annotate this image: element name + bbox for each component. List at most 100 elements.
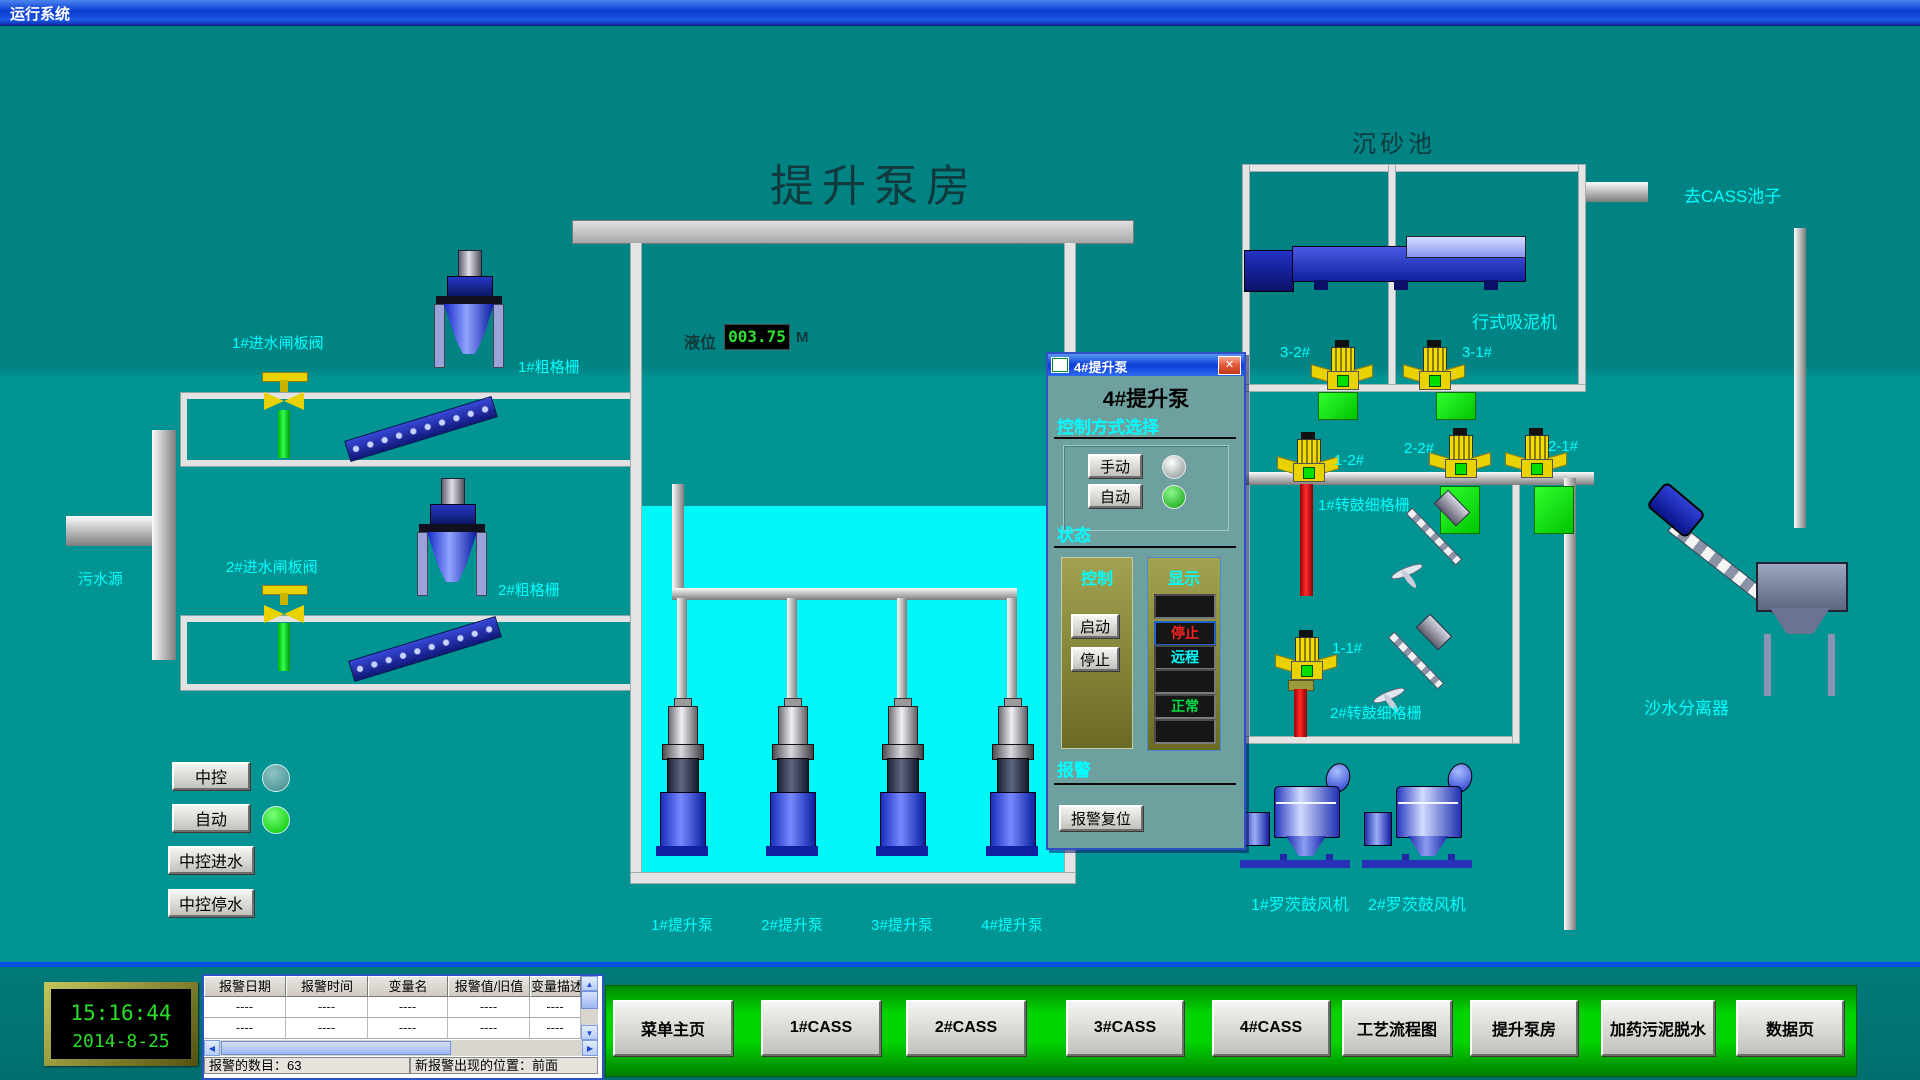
pump-1-1-icon[interactable] [1284, 630, 1328, 682]
lift-pump-4-label: 4#提升泵 [967, 914, 1057, 935]
alarm-cell: ---- [448, 997, 530, 1018]
central-stop-water-button[interactable]: 中控停水 [168, 889, 254, 917]
grit-chamber-label: 沉砂池 [1352, 124, 1436, 159]
display-box-normal: 正常 [1154, 694, 1216, 719]
start-button[interactable]: 启动 [1071, 614, 1119, 638]
lift-pump-2-icon[interactable] [769, 698, 815, 858]
traveling-suction-icon[interactable] [1244, 236, 1536, 300]
central-inflow-button[interactable]: 中控进水 [168, 846, 254, 874]
stop-button[interactable]: 停止 [1071, 647, 1119, 671]
central-control-indicator [262, 764, 290, 792]
lift-pump-4-icon[interactable] [989, 698, 1035, 858]
central-control-button[interactable]: 中控 [172, 762, 250, 790]
alarm-position-status: 新报警出现的位置：前面 [410, 1057, 598, 1074]
divider [1054, 783, 1236, 785]
manifold-pipe [672, 588, 1017, 600]
alarm-col-value[interactable]: 报警值/旧值 [448, 976, 530, 997]
auto-mode-indicator [262, 806, 290, 834]
h-scroll-thumb[interactable] [221, 1041, 451, 1055]
nav-pump-house-button[interactable]: 提升泵房 [1470, 1000, 1578, 1056]
coarse-screen-2-icon[interactable] [413, 478, 491, 600]
display-box-0 [1154, 594, 1216, 619]
close-icon[interactable]: ✕ [1218, 356, 1241, 375]
sand-separator-icon[interactable] [1646, 488, 1856, 703]
pump-2-2-icon[interactable] [1438, 428, 1482, 480]
alarm-cell: ---- [530, 997, 581, 1018]
pump-1-2-icon[interactable] [1286, 432, 1330, 484]
nav-1cass-button[interactable]: 1#CASS [761, 1000, 881, 1056]
drum-screen-2-label: 2#转鼓细格栅 [1330, 702, 1422, 723]
pump-2-2-label: 2-2# [1404, 440, 1434, 457]
nav-3cass-button[interactable]: 3#CASS [1066, 1000, 1184, 1056]
gate-valve-2-icon[interactable] [260, 585, 308, 673]
alarm-cell: ---- [286, 997, 368, 1018]
alarm-cell: ---- [368, 1018, 448, 1039]
inlet-valve-1-label: 1#进水闸板阀 [232, 332, 324, 353]
blower-2-label: 2#罗茨鼓风机 [1368, 891, 1466, 915]
status-square-2-1 [1534, 486, 1574, 534]
nav-dosing-dewater-button[interactable]: 加药污泥脱水 [1601, 1000, 1715, 1056]
lift-pump-3-icon[interactable] [879, 698, 925, 858]
gate-valve-1-icon[interactable] [260, 372, 308, 460]
auto-button[interactable]: 自动 [1088, 484, 1142, 508]
mixer-1-icon [1390, 498, 1472, 584]
mixer-2-icon [1372, 622, 1454, 708]
drum-2-pipe [1294, 689, 1307, 737]
nav-data-page-button[interactable]: 数据页 [1736, 1000, 1844, 1056]
level-unit: M [796, 329, 809, 346]
alarm-cell: ---- [204, 997, 286, 1018]
lift-pump-1-label: 1#提升泵 [637, 914, 727, 935]
nav-bar: 菜单主页 1#CASS 2#CASS 3#CASS 4#CASS 工艺流程图 提… [606, 986, 1856, 1076]
manual-indicator [1162, 455, 1186, 479]
auto-indicator [1162, 485, 1186, 509]
mode-section-label: 控制方式选择 [1057, 413, 1159, 438]
display-box-stop: 停止 [1154, 621, 1216, 646]
nav-process-flow-button[interactable]: 工艺流程图 [1342, 1000, 1452, 1056]
nav-2cass-button[interactable]: 2#CASS [906, 1000, 1026, 1056]
pump4-dialog: 4#提升泵 ✕ 4#提升泵 控制方式选择 手动 自动 状态 控制 启动 停止 显… [1046, 352, 1246, 850]
coarse-screen-1-icon[interactable] [430, 250, 508, 372]
grit-tank-bottom-wall [1242, 736, 1520, 744]
pump-3-2-icon[interactable] [1320, 340, 1364, 392]
blower-1-label: 1#罗茨鼓风机 [1251, 891, 1349, 915]
scroll-left-icon[interactable]: ◀ [204, 1040, 220, 1056]
sand-separator-label: 沙水分离器 [1644, 694, 1729, 719]
alarm-col-time[interactable]: 报警时间 [286, 976, 368, 997]
manifold-stub-pipe [672, 484, 684, 594]
scroll-up-icon[interactable]: ▲ [581, 976, 598, 991]
pump-house-floor [630, 872, 1076, 884]
pump-3-1-icon[interactable] [1412, 340, 1456, 392]
status-square-3-2 [1318, 392, 1358, 420]
manual-button[interactable]: 手动 [1088, 454, 1142, 478]
display-panel: 显示 停止 远程 正常 [1147, 557, 1221, 751]
coarse-screen-2-label: 2#粗格栅 [498, 579, 560, 600]
nav-menu-home-button[interactable]: 菜单主页 [613, 1000, 733, 1056]
dialog-titlebar[interactable]: 4#提升泵 ✕ [1048, 354, 1244, 376]
v-scroll-thumb[interactable] [581, 991, 598, 1009]
traveling-suction-label: 行式吸泥机 [1472, 308, 1557, 333]
alarm-col-desc[interactable]: 变量描述 [530, 976, 581, 997]
pump-house-roof [572, 220, 1134, 244]
grit-tank-right-wall [1578, 164, 1586, 392]
pump-1-2-label: 1-2# [1334, 452, 1364, 469]
status-section-label: 状态 [1057, 521, 1091, 546]
alarm-reset-button[interactable]: 报警复位 [1059, 805, 1143, 831]
riser-pipe-2 [787, 598, 797, 702]
scroll-down-icon[interactable]: ▼ [581, 1025, 598, 1040]
lift-pump-1-icon[interactable] [659, 698, 705, 858]
blower-1-icon[interactable] [1242, 766, 1350, 868]
lift-pump-2-label: 2#提升泵 [747, 914, 837, 935]
alarm-section-label: 报警 [1057, 756, 1091, 781]
pump-3-1-label: 3-1# [1462, 344, 1492, 361]
alarm-table: 报警日期 报警时间 变量名 报警值/旧值 变量描述 ---- ---- ----… [202, 974, 604, 1080]
scroll-right-icon[interactable]: ▶ [582, 1040, 598, 1056]
alarm-col-date[interactable]: 报警日期 [204, 976, 286, 997]
auto-mode-button[interactable]: 自动 [172, 804, 250, 832]
lift-pump-3-label: 3#提升泵 [857, 914, 947, 935]
nav-4cass-button[interactable]: 4#CASS [1212, 1000, 1330, 1056]
alarm-col-variable[interactable]: 变量名 [368, 976, 448, 997]
status-square-3-1 [1436, 392, 1476, 420]
blower-2-icon[interactable] [1364, 766, 1472, 868]
pump-2-1-label: 2-1# [1548, 438, 1578, 455]
inlet-riser-pipe [152, 430, 176, 660]
